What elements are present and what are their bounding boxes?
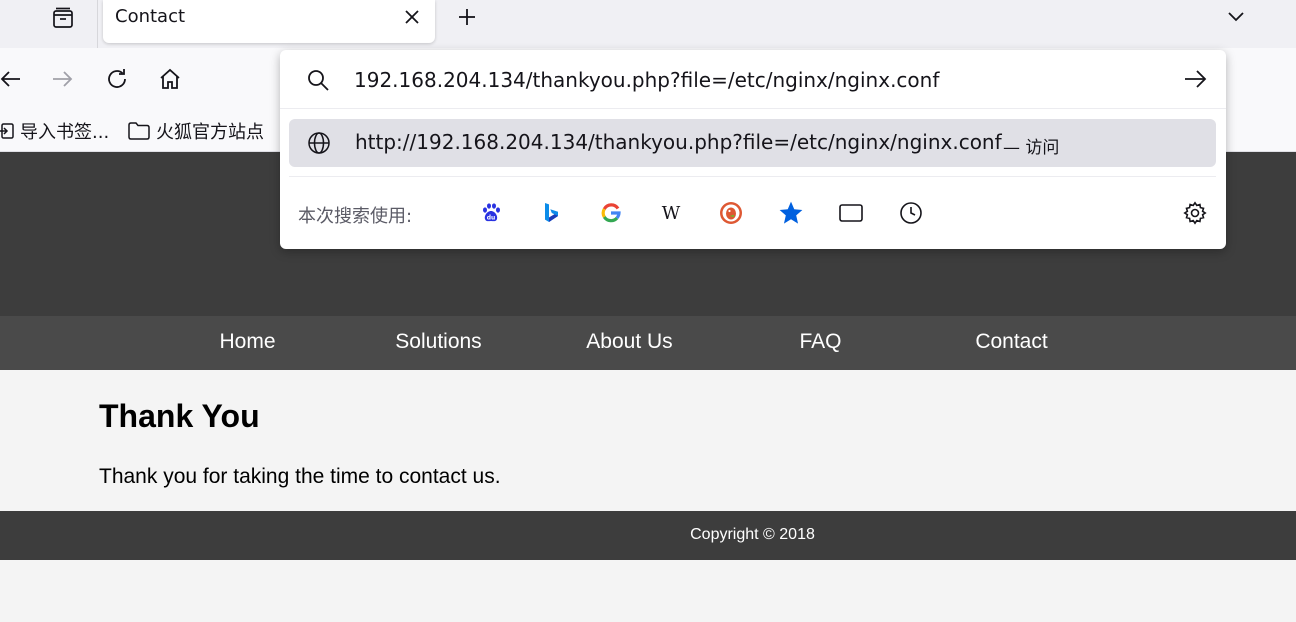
engine-wikipedia[interactable]: W — [658, 200, 684, 226]
google-icon — [601, 203, 621, 223]
svg-text:du: du — [487, 215, 496, 222]
gear-icon — [1183, 201, 1207, 225]
engine-google[interactable] — [598, 200, 624, 226]
duckduckgo-icon — [720, 202, 742, 224]
page-background — [0, 560, 1296, 622]
tab-strip: Contact — [0, 0, 1296, 48]
plus-icon — [459, 9, 475, 25]
nav-link-solutions[interactable]: Solutions — [343, 330, 534, 354]
tab-contact[interactable]: Contact — [103, 0, 435, 43]
nav-link-about-us[interactable]: About Us — [534, 330, 725, 354]
tab-title: Contact — [115, 6, 186, 27]
baidu-icon: du — [483, 203, 500, 222]
url-suggestion-row[interactable]: http://192.168.204.134/thankyou.php?file… — [289, 119, 1216, 167]
globe-icon — [308, 132, 330, 154]
thank-you-message: Thank you for taking the time to contact… — [99, 465, 501, 488]
url-input[interactable] — [354, 64, 1174, 96]
engine-bookmarks[interactable] — [778, 200, 804, 226]
home-button[interactable] — [156, 65, 184, 93]
search-icon — [308, 70, 329, 91]
site-nav: Home Solutions About Us FAQ Contact — [0, 316, 1296, 370]
bookmark-import[interactable]: 导入书签... — [0, 118, 109, 144]
main-content: Thank You Thank you for taking the time … — [0, 370, 1296, 511]
suggestion-action: — 访问 — [1003, 138, 1060, 158]
back-arrow-icon — [0, 71, 20, 87]
bookmarks-star-icon — [779, 201, 803, 224]
folder-icon — [128, 122, 150, 140]
suggestion-url: http://192.168.204.134/thankyou.php?file… — [355, 130, 1002, 154]
nav-link-home[interactable]: Home — [152, 330, 343, 354]
engine-bing[interactable] — [538, 200, 564, 226]
reload-icon — [108, 69, 126, 88]
site-footer: Copyright © 2018 — [0, 511, 1296, 560]
back-button[interactable] — [0, 65, 24, 93]
history-icon — [900, 202, 922, 224]
bookmark-label: 导入书签... — [20, 122, 110, 143]
tabs-icon — [839, 204, 863, 222]
go-button[interactable] — [1182, 66, 1208, 92]
search-settings-button[interactable] — [1182, 200, 1208, 226]
new-tab-button[interactable] — [455, 4, 479, 30]
tab-separator — [97, 0, 98, 48]
forward-button[interactable] — [49, 65, 77, 93]
svg-text:W: W — [662, 203, 681, 224]
search-engines-label: 本次搜索使用: — [298, 206, 413, 227]
chevron-down-icon — [1228, 12, 1244, 22]
page-title: Thank You — [99, 398, 260, 434]
engine-duckduckgo[interactable] — [718, 200, 744, 226]
home-icon — [160, 68, 180, 89]
engine-tabs[interactable] — [838, 200, 864, 226]
forward-arrow-icon — [53, 71, 73, 87]
nav-link-faq[interactable]: FAQ — [725, 330, 916, 354]
import-icon — [0, 123, 14, 139]
close-icon — [405, 10, 419, 24]
firefox-view-icon — [53, 7, 73, 28]
reload-button[interactable] — [103, 65, 131, 93]
nav-link-contact[interactable]: Contact — [916, 330, 1107, 354]
tab-close-button[interactable] — [403, 6, 421, 28]
engine-baidu[interactable]: du — [478, 200, 504, 226]
divider — [289, 176, 1216, 177]
wikipedia-icon: W — [662, 203, 681, 224]
bookmark-firefox-site[interactable]: 火狐官方站点 — [128, 118, 264, 144]
firefox-view-button[interactable] — [46, 3, 80, 33]
copyright-text: Copyright © 2018 — [690, 526, 815, 543]
list-all-tabs-button[interactable] — [1224, 4, 1248, 28]
urlbar — [280, 50, 1226, 109]
bing-icon — [545, 203, 558, 222]
arrow-right-icon — [1185, 70, 1207, 88]
engine-history[interactable] — [898, 200, 924, 226]
urlbar-dropdown: http://192.168.204.134/thankyou.php?file… — [280, 50, 1226, 249]
bookmark-label: 火狐官方站点 — [156, 122, 264, 143]
